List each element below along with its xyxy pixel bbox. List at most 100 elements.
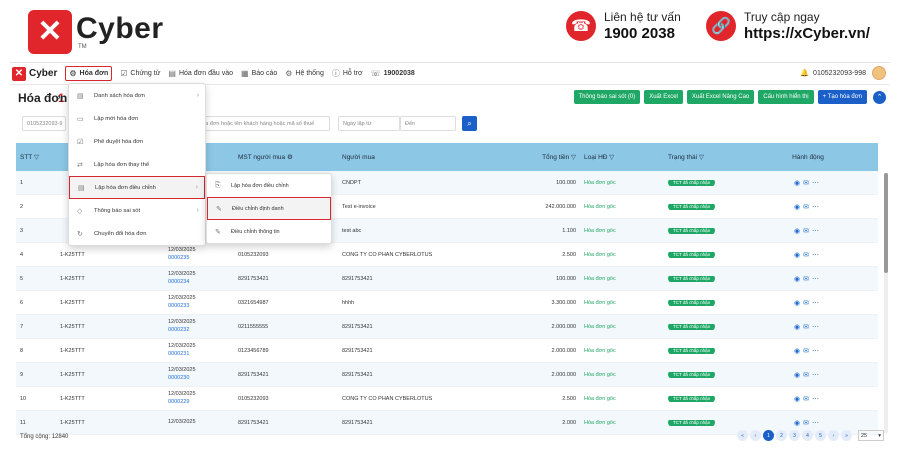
export-excel-advanced-button[interactable]: Xuất Excel Nâng Cao: [686, 90, 755, 104]
display-config-button[interactable]: Cấu hình hiển thị: [758, 90, 814, 104]
page-button[interactable]: 1: [763, 430, 774, 441]
table-row[interactable]: 10 1-K25TTT 12/03/2025 0000229 0105232093 CÔN…: [16, 387, 878, 411]
submenu-adjust-info[interactable]: ✎ Điều chỉnh thông tin: [207, 220, 331, 243]
create-invoice-button[interactable]: + Tạo hóa đơn: [817, 90, 867, 104]
submenu-create-adjustment[interactable]: ⎘ Lập hóa đơn điều chỉnh: [207, 174, 331, 197]
table-scrollbar[interactable]: [884, 173, 888, 433]
view-icon[interactable]: ◉: [794, 300, 803, 307]
view-icon[interactable]: ◉: [794, 252, 803, 259]
mail-icon[interactable]: ✉: [803, 396, 812, 403]
view-icon[interactable]: ◉: [794, 348, 803, 355]
view-icon[interactable]: ◉: [794, 372, 803, 379]
more-icon[interactable]: ⋯: [812, 204, 822, 211]
more-icon[interactable]: ⋯: [812, 300, 822, 307]
page-button[interactable]: »: [841, 430, 852, 441]
mail-icon[interactable]: ✉: [803, 420, 812, 427]
invoice-number-link[interactable]: 0000232: [168, 327, 234, 334]
table-row[interactable]: 9 1-K25TTT 12/03/2025 0000230 8291753421 8291…: [16, 363, 878, 387]
menu-error-notice[interactable]: ◇ Thông báo sai sót ›: [69, 199, 205, 222]
mail-icon[interactable]: ✉: [803, 252, 812, 259]
avatar[interactable]: [872, 66, 886, 80]
nav-support[interactable]: ⓘ Hỗ trợ: [332, 68, 363, 79]
mail-icon[interactable]: ✉: [803, 372, 812, 379]
submenu-adjust-identity[interactable]: ✎ Điều chỉnh định danh: [207, 197, 331, 220]
more-icon[interactable]: ⋯: [812, 372, 822, 379]
cell-stt: 10: [20, 395, 27, 402]
invoice-number-link[interactable]: 0000230: [168, 375, 234, 382]
nav-documents[interactable]: ☑ Chứng từ: [120, 69, 160, 78]
more-icon[interactable]: ⋯: [812, 228, 822, 235]
view-icon[interactable]: ◉: [794, 204, 803, 211]
menu-approve-invoice[interactable]: ☑ Phê duyệt hóa đơn: [69, 130, 205, 153]
view-icon[interactable]: ◉: [794, 324, 803, 331]
mail-icon[interactable]: ✉: [803, 180, 812, 187]
table-row[interactable]: 8 1-K25TTT 12/03/2025 0000231 0123456789 8291…: [16, 339, 878, 363]
page-button[interactable]: 2: [776, 430, 787, 441]
date-to-input[interactable]: Đến: [400, 116, 456, 131]
account-id[interactable]: 0105232093-998: [813, 70, 866, 77]
invoice-number-link[interactable]: 0000229: [168, 399, 234, 406]
mail-icon[interactable]: ✉: [803, 228, 812, 235]
menu-convert-invoice[interactable]: ↻ Chuyển đổi hóa đơn: [69, 222, 205, 245]
menu-adjust-invoice[interactable]: ▤ Lập hóa đơn điều chỉnh ›: [69, 176, 205, 199]
view-icon[interactable]: ◉: [794, 180, 803, 187]
mail-icon[interactable]: ✉: [803, 348, 812, 355]
more-icon[interactable]: ⋯: [812, 180, 822, 187]
mail-icon[interactable]: ✉: [803, 276, 812, 283]
mail-icon[interactable]: ✉: [803, 324, 812, 331]
table-row[interactable]: 4 1-K25TTT 12/03/2025 0000235 0105232093 CÔNG…: [16, 243, 878, 267]
cell-actions: ◉✉⋯: [734, 275, 878, 283]
more-icon[interactable]: ⋯: [812, 324, 822, 331]
nav-reports[interactable]: ▦ Báo cáo: [241, 69, 277, 78]
bell-icon[interactable]: 🔔: [800, 69, 809, 77]
page-button[interactable]: 3: [789, 430, 800, 441]
menu-replace-invoice[interactable]: ⇄ Lập hóa đơn thay thế: [69, 153, 205, 176]
invoice-number-link[interactable]: 0000234: [168, 279, 234, 286]
menu-new-invoice[interactable]: ▭ Lập mới hóa đơn: [69, 107, 205, 130]
app-logo[interactable]: ✕ Cyber: [12, 66, 57, 81]
nav-input-invoice[interactable]: ▤ Hóa đơn đầu vào: [168, 69, 233, 78]
view-icon[interactable]: ◉: [794, 228, 803, 235]
tax-code-filter[interactable]: 0105232093-9: [22, 116, 66, 131]
menu-invoice-list[interactable]: ▤ Danh sách hóa đơn ›: [69, 84, 205, 107]
more-icon[interactable]: ⋯: [812, 252, 822, 259]
table-row[interactable]: 7 1-K25TTT 12/03/2025 0000232 0211555555 8291…: [16, 315, 878, 339]
mail-icon[interactable]: ✉: [803, 300, 812, 307]
page-button[interactable]: «: [737, 430, 748, 441]
page-button[interactable]: 5: [815, 430, 826, 441]
header-stt[interactable]: STT ▽: [16, 153, 56, 161]
collapse-icon[interactable]: ⌃: [873, 90, 886, 104]
view-icon[interactable]: ◉: [794, 420, 803, 427]
view-icon[interactable]: ◉: [794, 276, 803, 283]
page-button[interactable]: 4: [802, 430, 813, 441]
date-from-input[interactable]: Ngày lập từ: [338, 116, 400, 131]
nav-hotline[interactable]: ☏ 19002038: [371, 69, 415, 78]
mail-icon[interactable]: ✉: [803, 204, 812, 211]
more-icon[interactable]: ⋯: [812, 420, 822, 427]
header-type[interactable]: Loại HĐ ▽: [580, 153, 664, 161]
nav-invoice[interactable]: ⚙ Hóa đơn: [65, 66, 113, 81]
export-excel-button[interactable]: Xuất Excel: [644, 90, 683, 104]
menu-label: Lập hóa đơn điều chỉnh: [95, 184, 156, 191]
nav-system[interactable]: ⚙ Hệ thống: [285, 69, 324, 78]
header-buyer: Người mua: [342, 153, 375, 161]
header-actions: Hành động: [792, 153, 824, 161]
table-row[interactable]: 6 1-K25TTT 12/03/2025 0000233 0321654987 hhhh…: [16, 291, 878, 315]
header-buyer-tax[interactable]: MST người mua ⚙: [234, 153, 338, 161]
page-button[interactable]: ‹: [750, 430, 761, 441]
header-total[interactable]: Tổng tiền ▽: [508, 153, 580, 161]
invoice-number-link[interactable]: 0000233: [168, 303, 234, 310]
invoice-number-link[interactable]: 0000235: [168, 255, 234, 262]
page-size-select[interactable]: 25 ▾: [858, 430, 884, 441]
view-icon[interactable]: ◉: [794, 396, 803, 403]
search-button[interactable]: ⌕: [462, 116, 477, 131]
error-notice-button[interactable]: Thông báo sai sót (0): [573, 90, 641, 104]
table-row[interactable]: 5 1-K25TTT 12/03/2025 0000234 8291753421 8291…: [16, 267, 878, 291]
page-button[interactable]: ›: [828, 430, 839, 441]
more-icon[interactable]: ⋯: [812, 276, 822, 283]
invoice-number-link[interactable]: 0000231: [168, 351, 234, 358]
header-status[interactable]: Trạng thái ▽: [664, 153, 734, 161]
more-icon[interactable]: ⋯: [812, 396, 822, 403]
search-input[interactable]: hóa đơn hoặc tên khách hàng hoặc mã số t…: [194, 116, 330, 131]
more-icon[interactable]: ⋯: [812, 348, 822, 355]
